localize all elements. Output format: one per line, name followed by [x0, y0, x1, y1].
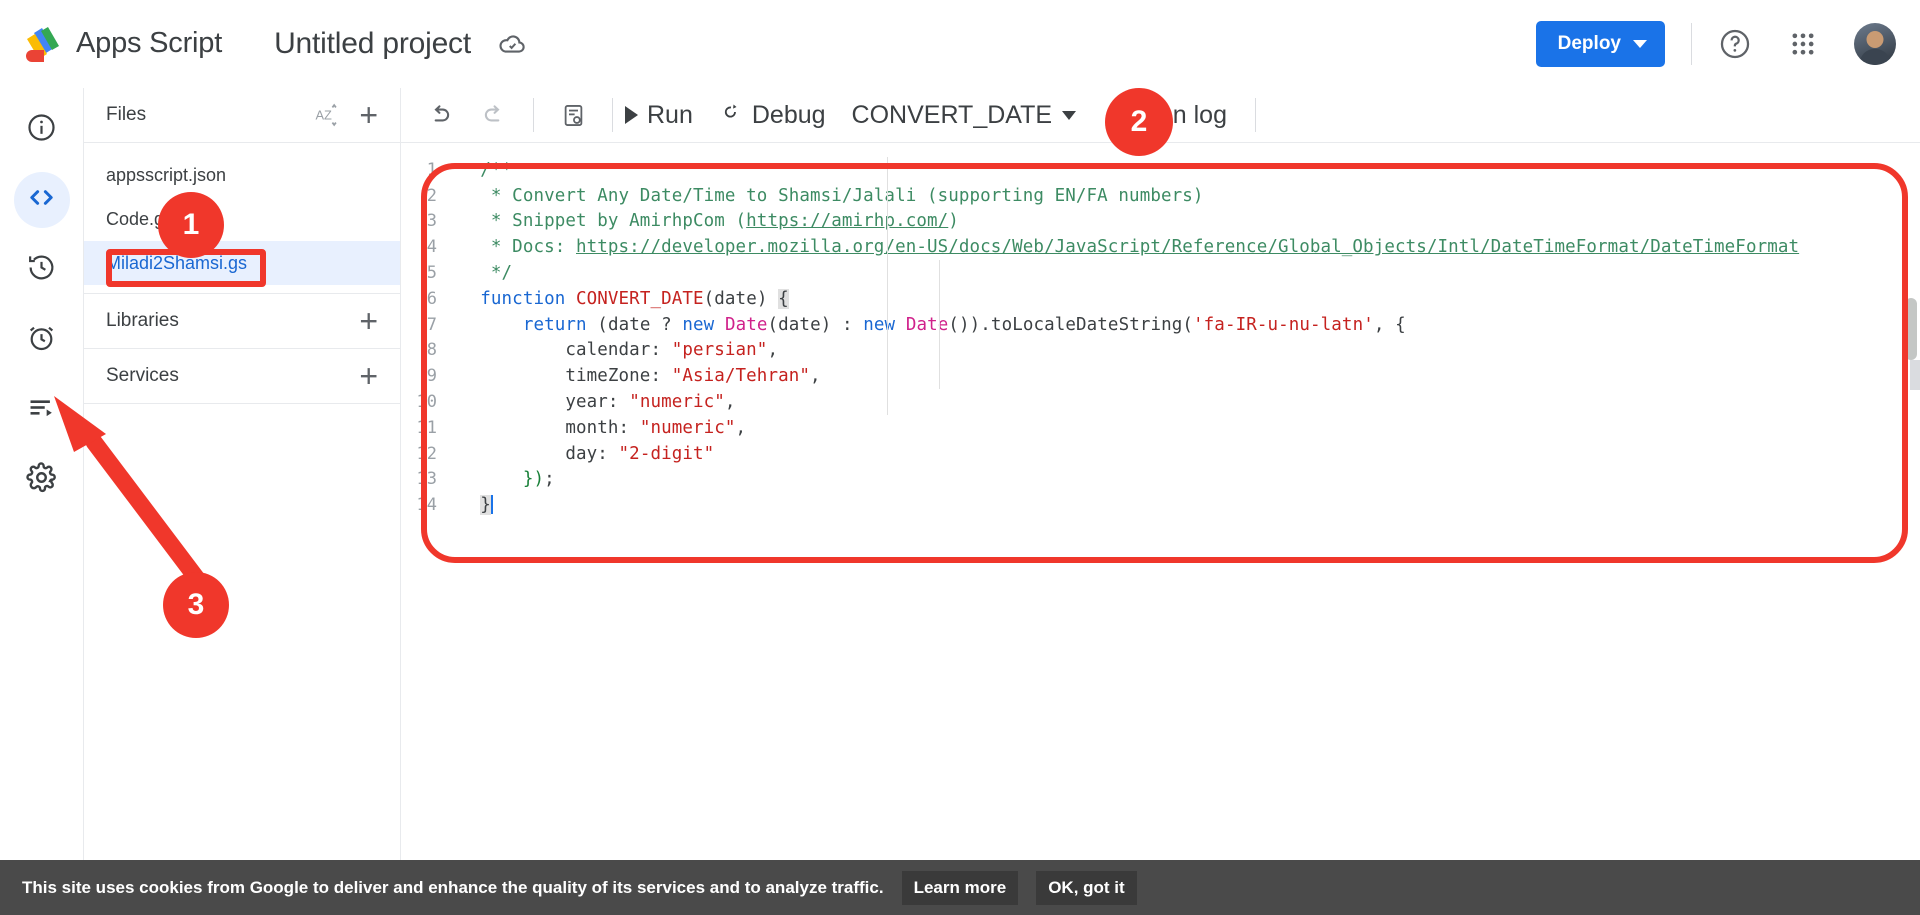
annotation-badge-3: 3 [163, 572, 229, 638]
apps-script-window: Apps Script Untitled project Deploy File… [0, 0, 1920, 915]
editor-horizontal-scroll-marker[interactable] [1910, 360, 1920, 390]
add-library-button[interactable]: + [359, 305, 378, 337]
toolbar-divider [533, 98, 534, 132]
deploy-button[interactable]: Deploy [1535, 20, 1665, 67]
annotation-highlight-code [421, 163, 1908, 563]
top-header: Apps Script Untitled project Deploy [0, 0, 1920, 88]
info-circle-icon [26, 112, 57, 148]
page-title[interactable]: Untitled project [274, 27, 471, 61]
play-triangle-icon [625, 106, 638, 124]
history-clock-icon [26, 252, 57, 288]
format-document-icon[interactable] [554, 96, 592, 134]
deploy-label: Deploy [1557, 32, 1621, 54]
chevron-down-icon [1633, 39, 1647, 48]
debug-bug-icon [719, 100, 743, 131]
apps-script-logo [22, 22, 66, 66]
files-label: Files [106, 104, 147, 125]
annotation-badge-1: 1 [158, 192, 224, 258]
cookie-message: This site uses cookies from Google to de… [22, 877, 884, 897]
help-question-icon[interactable] [1718, 27, 1752, 61]
toolbar-divider-3 [1255, 98, 1256, 132]
file-name: appsscript.json [106, 164, 227, 185]
add-service-button[interactable]: + [359, 360, 378, 392]
undo-arrow-icon[interactable] [421, 96, 459, 134]
file-item-code-gs[interactable]: Code.gs [84, 197, 400, 241]
toolbar-divider-2 [612, 98, 613, 132]
add-file-button[interactable]: + [359, 99, 378, 131]
learn-more-button[interactable]: Learn more [901, 870, 1019, 905]
sidebar-item-editor[interactable] [13, 172, 70, 228]
cloud-saved-icon [497, 29, 527, 59]
brand-name: Apps Script [76, 27, 223, 59]
cookie-consent-banner: This site uses cookies from Google to de… [0, 860, 1920, 915]
run-button[interactable]: Run [625, 101, 693, 130]
redo-arrow-icon[interactable] [475, 96, 513, 134]
services-label: Services [106, 365, 179, 386]
run-label: Run [647, 100, 693, 129]
avatar[interactable] [1854, 22, 1896, 65]
sort-az-icon[interactable]: AZ [311, 100, 341, 130]
file-item-appsscript-json[interactable]: appsscript.json [84, 153, 400, 197]
sidebar-item-overview[interactable] [14, 102, 70, 158]
function-selected-label: CONVERT_DATE [851, 100, 1053, 129]
annotation-badge-2: 2 [1105, 88, 1173, 156]
google-apps-grid-icon[interactable] [1786, 27, 1820, 61]
debug-label: Debug [751, 100, 826, 129]
svg-text:AZ: AZ [316, 108, 333, 123]
libraries-header: Libraries + [84, 294, 400, 349]
sidebar-item-project-history[interactable] [14, 242, 70, 298]
code-brackets-icon [26, 182, 57, 218]
chevron-down-icon [1062, 110, 1077, 120]
function-selector[interactable]: CONVERT_DATE [852, 101, 1077, 130]
sidebar-item-triggers[interactable] [14, 312, 70, 368]
ok-got-it-button[interactable]: OK, got it [1036, 870, 1137, 905]
libraries-label: Libraries [106, 310, 179, 331]
header-divider [1691, 22, 1692, 65]
debug-button[interactable]: Debug [719, 100, 826, 131]
alarm-clock-icon [26, 322, 57, 358]
files-header: Files AZ + [84, 88, 400, 143]
header-actions: Deploy [1535, 0, 1920, 87]
